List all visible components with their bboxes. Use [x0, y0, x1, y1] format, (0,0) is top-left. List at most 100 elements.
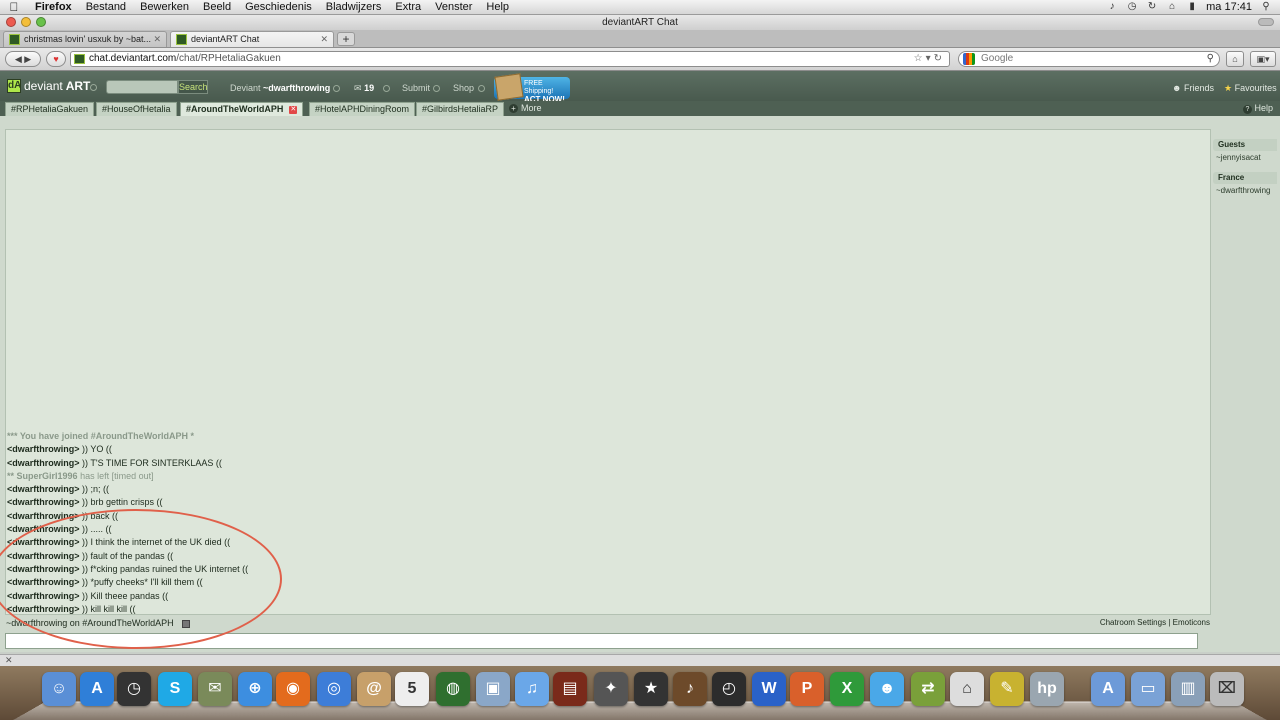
dock-finder-icon[interactable]: ☺ — [42, 672, 76, 706]
search-engine-box[interactable]: Google ⚲ — [958, 51, 1220, 67]
close-addon-bar-icon[interactable]: ✕ — [5, 655, 13, 666]
message-nick[interactable]: <dwarfthrowing> — [7, 484, 80, 494]
free-shipping-promo[interactable]: FREE Shipping! ACT NOW! — [494, 73, 570, 104]
dock-ical-icon[interactable]: 5 — [395, 672, 429, 706]
deviantart-search-input[interactable] — [106, 80, 178, 94]
close-tab-icon[interactable]: ✕ — [153, 32, 161, 47]
close-tab-icon[interactable]: ✕ — [320, 32, 328, 47]
chat-input-box[interactable] — [5, 633, 1198, 649]
battery-icon[interactable]: ▮ — [1186, 2, 1198, 12]
browser-tab-deviantart-chat[interactable]: deviantART Chat ✕ — [170, 31, 334, 47]
chatroom-settings-link[interactable]: Chatroom Settings — [1100, 618, 1166, 627]
toolbar-toggle-button[interactable] — [1258, 18, 1274, 26]
user-menu-dot-icon[interactable] — [333, 85, 340, 92]
message-nick[interactable]: <dwarfthrowing> — [7, 497, 80, 507]
deviantart-search-button[interactable]: Search — [178, 80, 208, 94]
dock-documents-icon[interactable]: ▭ — [1131, 672, 1165, 706]
bookmark-heart-icon[interactable]: ♥ — [46, 51, 66, 67]
dock-word-icon[interactable]: W — [752, 672, 786, 706]
channel-tab-houseofhetalia[interactable]: #HouseOfHetalia — [96, 102, 177, 116]
back-forward-buttons[interactable]: ◀ ▶ — [5, 51, 41, 67]
favourites-link[interactable]: ★ Favourites — [1224, 83, 1277, 94]
channel-tab-hotelaphdiningroom[interactable]: #HotelAPHDiningRoom — [309, 102, 416, 116]
url-bar[interactable]: chat.deviantart.com/chat/RPHetaliaGakuen… — [70, 51, 950, 67]
message-nick[interactable]: <dwarfthrowing> — [7, 577, 80, 587]
message-nick[interactable]: <dwarfthrowing> — [7, 564, 80, 574]
dock-downloads-icon[interactable]: ▥ — [1171, 672, 1205, 706]
status-toggle-icon[interactable] — [181, 619, 190, 628]
sync-icon[interactable]: ↻ — [1146, 2, 1158, 12]
message-nick[interactable]: <dwarfthrowing> — [7, 591, 80, 601]
dock-safari-icon[interactable]: ⊕ — [238, 672, 272, 706]
submit-menu-dot-icon[interactable] — [433, 85, 440, 92]
zoom-window-button[interactable] — [36, 17, 46, 27]
dock-dashboard-icon[interactable]: ◷ — [117, 672, 151, 706]
time-machine-icon[interactable]: ◷ — [1126, 2, 1138, 12]
channel-tab-rphetaliagakuen[interactable]: #RPHetaliaGakuen — [5, 102, 95, 116]
wifi-icon[interactable]: ⌂ — [1166, 2, 1178, 12]
menu-venster[interactable]: Venster — [428, 1, 479, 13]
volume-icon[interactable]: ♪ — [1106, 2, 1118, 12]
message-nick[interactable]: <dwarfthrowing> — [7, 551, 80, 561]
dock-skype-icon[interactable]: S — [158, 672, 192, 706]
dock-iphoto-icon[interactable]: ▣ — [476, 672, 510, 706]
dock-network-icon[interactable]: ⌂ — [950, 672, 984, 706]
browser-tab-christmas[interactable]: christmas lovin' usxuk by ~bat... ✕ — [3, 31, 167, 47]
dock-paint-icon[interactable]: ✎ — [990, 672, 1024, 706]
dock-powerpoint-icon[interactable]: P — [790, 672, 824, 706]
messages-menu-dot-icon[interactable] — [383, 85, 390, 92]
channel-tab-gilbirdshetaliarp[interactable]: #GilbirdsHetaliaRP — [416, 102, 505, 116]
dock-imovie-star-icon[interactable]: ★ — [634, 672, 668, 706]
menu-bladwijzers[interactable]: Bladwijzers — [319, 1, 389, 13]
more-channels-button[interactable]: + More — [509, 103, 542, 113]
dock-hp-icon[interactable]: hp — [1030, 672, 1064, 706]
dock-garageband-icon[interactable]: ♪ — [673, 672, 707, 706]
dock-mail-stamp-icon[interactable]: ✉ — [198, 672, 232, 706]
menu-app-firefox[interactable]: Firefox — [28, 1, 79, 13]
dock-migration-icon[interactable]: ⇄ — [911, 672, 945, 706]
shop-menu-dot-icon[interactable] — [478, 85, 485, 92]
user-list-item[interactable]: ~jennyisacat — [1213, 151, 1277, 164]
menu-bestand[interactable]: Bestand — [79, 1, 133, 13]
shop-link[interactable]: Shop — [453, 83, 474, 93]
dock-ichat-icon[interactable]: ◎ — [317, 672, 351, 706]
dock-imovie-icon[interactable]: ✦ — [594, 672, 628, 706]
message-nick[interactable]: <dwarfthrowing> — [7, 537, 80, 547]
logo-menu-dot-icon[interactable] — [90, 84, 97, 91]
close-channel-icon[interactable]: ✕ — [289, 105, 298, 114]
new-tab-button[interactable]: + — [337, 32, 355, 46]
deviant-user-link[interactable]: Deviant ~dwarfthrowing — [230, 83, 330, 93]
dock-trash-icon[interactable]: ⌧ — [1210, 672, 1244, 706]
dock-firefox-icon[interactable]: ◉ — [276, 672, 310, 706]
apple-menu-icon[interactable]:  — [0, 0, 28, 14]
dock-applications-icon[interactable]: A — [1091, 672, 1125, 706]
chat-message-input[interactable] — [6, 634, 1197, 648]
bookmark-star-reload-icons[interactable]: ☆▾↻ — [914, 52, 945, 66]
message-nick[interactable]: <dwarfthrowing> — [7, 524, 80, 534]
channel-tab-aroundtheworldaph[interactable]: #AroundTheWorldAPH ✕ — [180, 102, 304, 116]
spotlight-search-icon[interactable]: ⚲ — [1260, 2, 1272, 12]
search-icon[interactable]: ⚲ — [1207, 52, 1214, 66]
submit-link[interactable]: Submit — [402, 83, 430, 93]
deviantart-logo[interactable]: dA deviant ART — [7, 79, 90, 93]
dock-messenger-icon[interactable]: ☻ — [870, 672, 904, 706]
message-nick[interactable]: <dwarfthrowing> — [7, 604, 80, 614]
home-icon[interactable]: ⌂ — [1226, 51, 1244, 67]
dock-address-book-icon[interactable]: @ — [357, 672, 391, 706]
emoticons-link[interactable]: Emoticons — [1173, 618, 1210, 627]
menu-extra[interactable]: Extra — [388, 1, 428, 13]
message-nick[interactable]: <dwarfthrowing> — [7, 458, 80, 468]
dock-itunes-icon[interactable]: ♫ — [515, 672, 549, 706]
messages-link[interactable]: ✉ 19 — [354, 83, 374, 94]
dock-excel-icon[interactable]: X — [830, 672, 864, 706]
message-nick[interactable]: <dwarfthrowing> — [7, 511, 80, 521]
user-list-item[interactable]: ~dwarfthrowing — [1213, 184, 1277, 197]
screenshot-tool-icon[interactable]: ▣▾ — [1250, 51, 1276, 67]
google-logo-icon[interactable] — [963, 53, 975, 65]
dock-time-machine-icon[interactable]: ◴ — [712, 672, 746, 706]
minimize-window-button[interactable] — [21, 17, 31, 27]
dock-google-earth-icon[interactable]: ◍ — [436, 672, 470, 706]
menu-bewerken[interactable]: Bewerken — [133, 1, 196, 13]
menu-help[interactable]: Help — [479, 1, 516, 13]
dock-photo-booth-icon[interactable]: ▤ — [553, 672, 587, 706]
